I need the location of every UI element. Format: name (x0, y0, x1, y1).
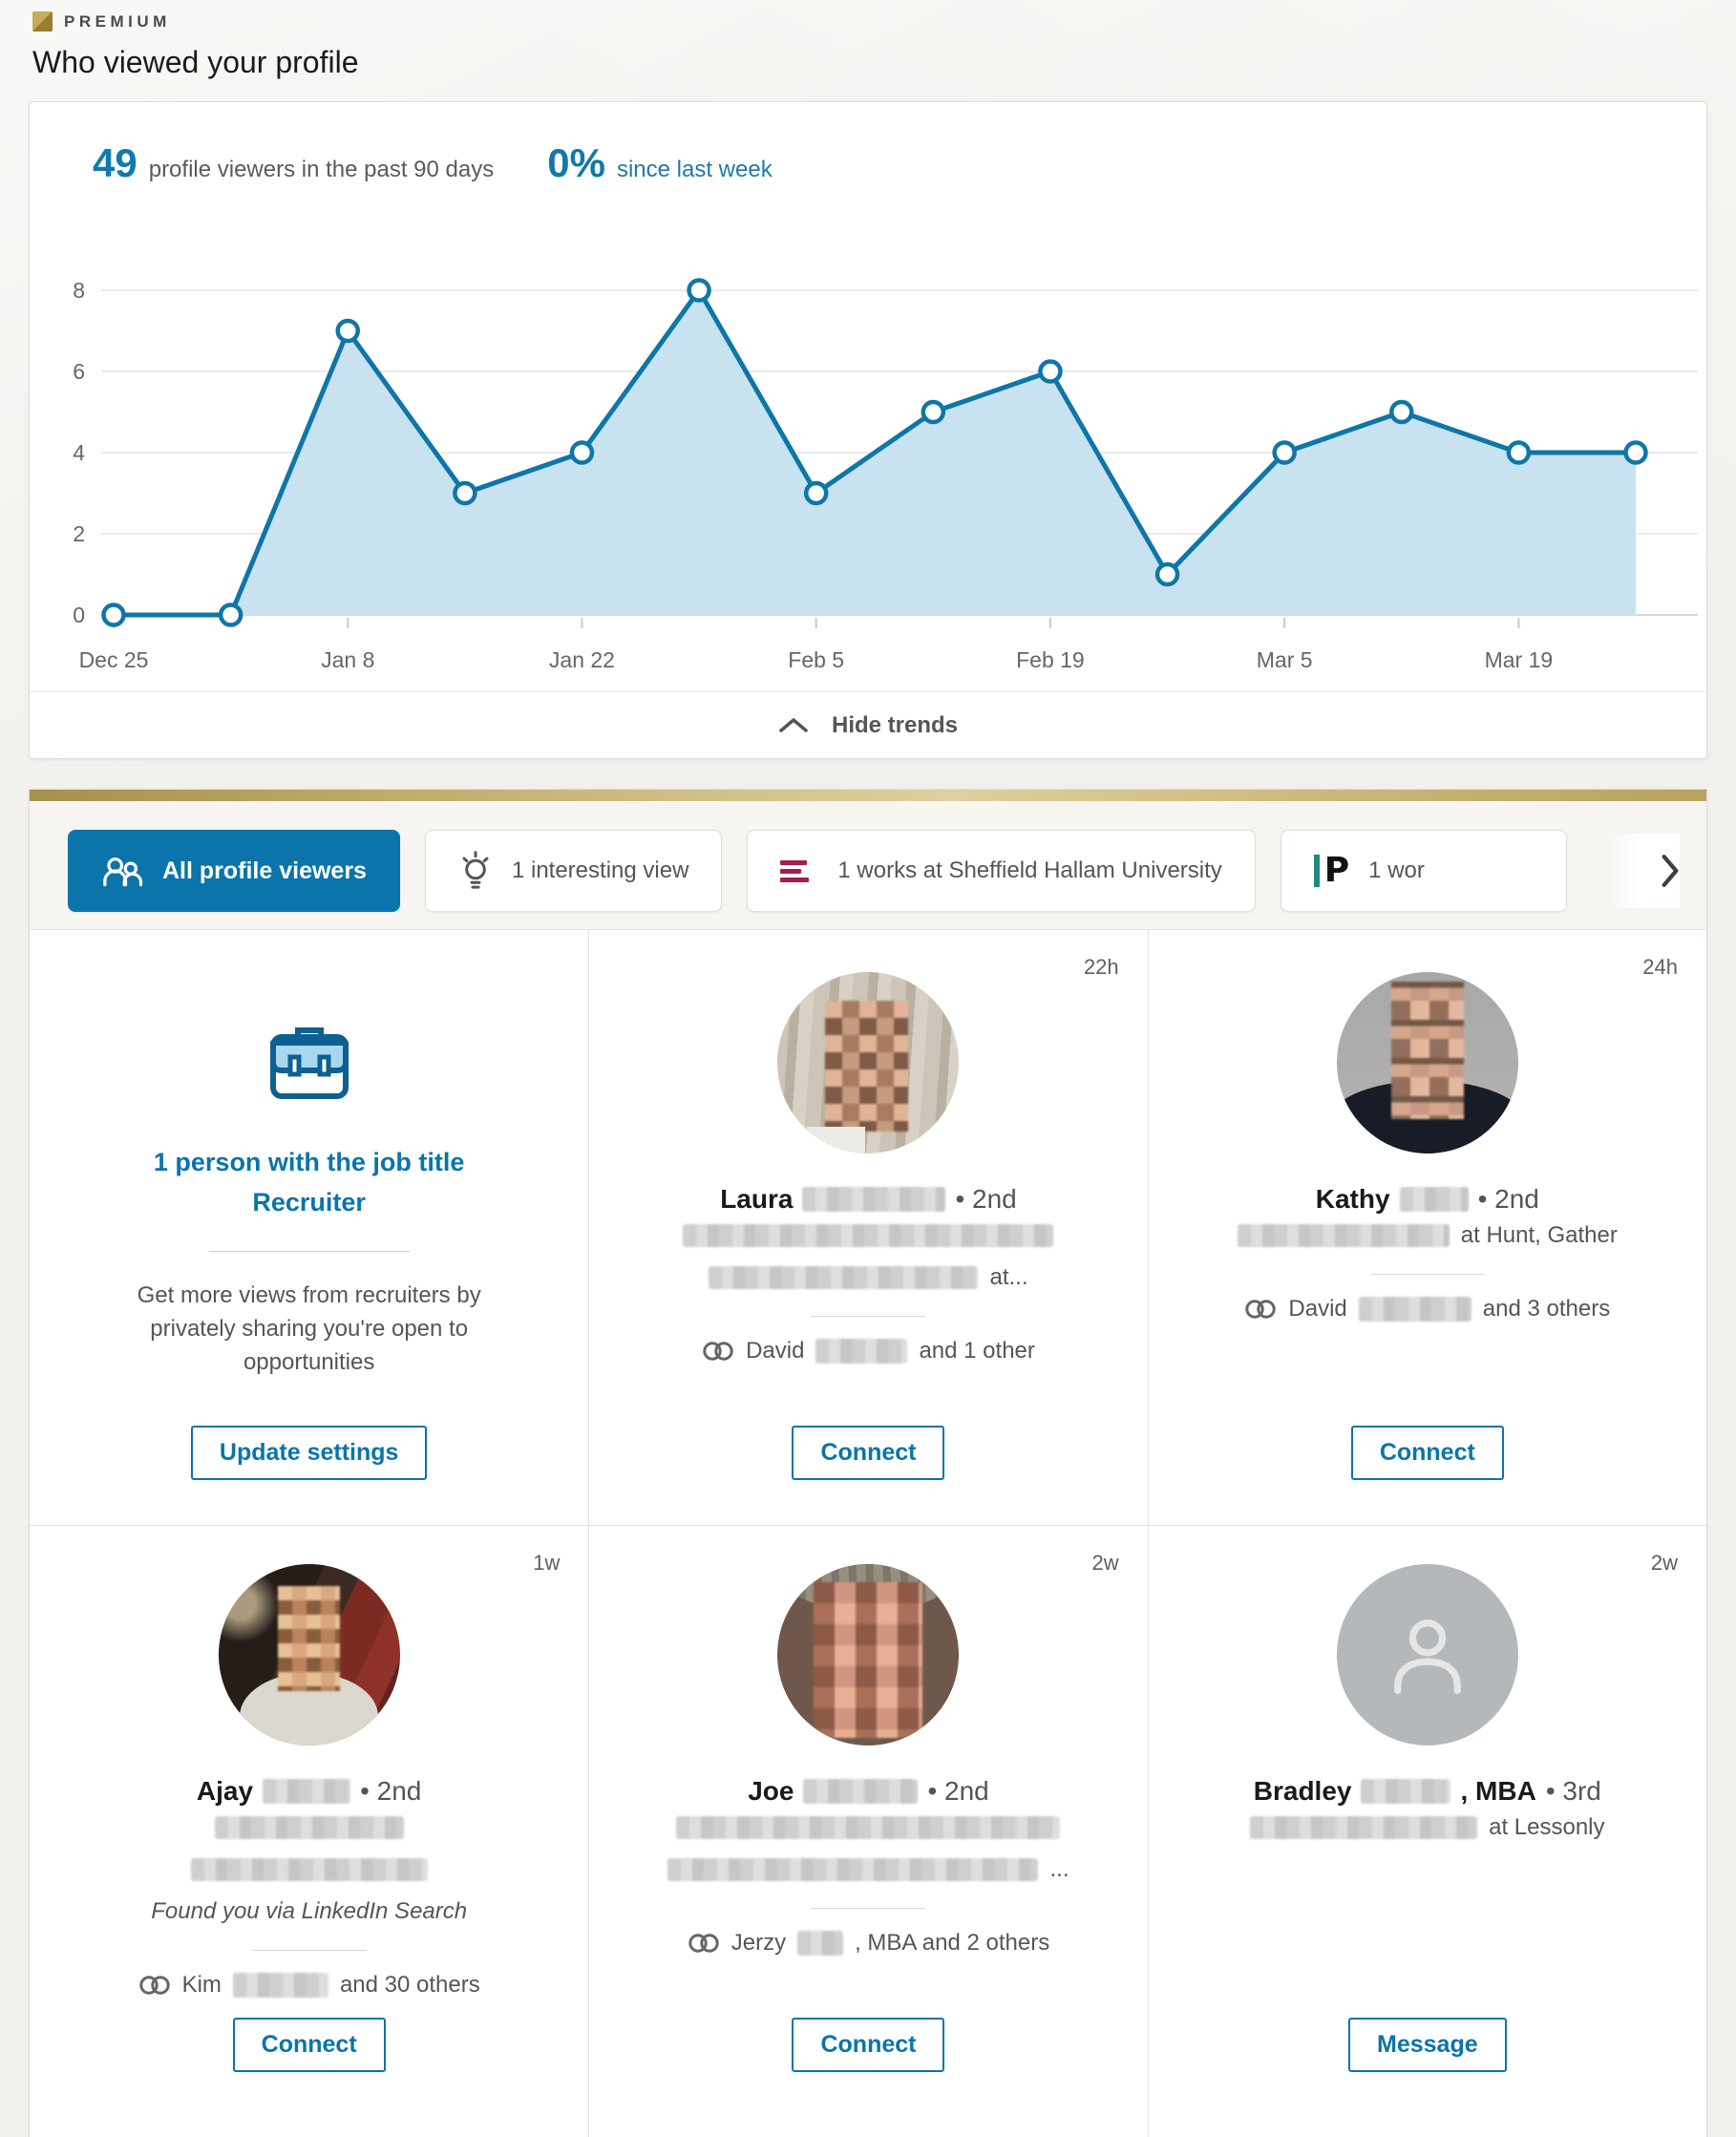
mutual-connections-icon (688, 1934, 719, 1953)
view-time: 2w (1650, 1551, 1678, 1575)
who-viewed-profile-page: PREMIUM Who viewed your profile 49 profi… (0, 0, 1736, 2137)
view-time: 1w (533, 1551, 561, 1575)
pill-label: 1 works at Sheffield Hallam University (837, 857, 1222, 883)
svg-text:0: 0 (73, 603, 85, 627)
mutual-connections-icon (138, 1976, 170, 1995)
viewer-count: 49 (93, 140, 138, 185)
viewer-name: Kathy • 2nd (1315, 1184, 1539, 1214)
page-title: Who viewed your profile (32, 45, 359, 79)
viewer-count-caption: profile viewers in the past 90 days (148, 157, 495, 182)
chart-wrap: 0 2 4 6 8 Dec 25 Jan 8 Jan 22 Feb 5 Feb 19 Mar 5 Ma… (30, 190, 1706, 691)
svg-text:2: 2 (73, 521, 85, 546)
mutual-connections-icon (1245, 1300, 1277, 1319)
mutual-connections: Jerzy , MBA and 2 others (688, 1930, 1049, 1957)
company-p-logo: P (1313, 854, 1349, 888)
viewer-name: Laura • 2nd (720, 1184, 1017, 1214)
pills-scroll-next-button[interactable] (1607, 834, 1680, 908)
chevron-right-icon (1662, 855, 1679, 887)
viewers-grid: 1 person with the job title Recruiter Ge… (30, 929, 1706, 2137)
headline-suffix: at... (989, 1264, 1028, 1290)
trends-chart: 0 2 4 6 8 Dec 25 Jan 8 Jan 22 Feb 5 Feb 19 Mar 5 Ma… (73, 278, 1698, 672)
connect-button[interactable]: Connect (792, 2018, 945, 2072)
svg-text:Jan 8: Jan 8 (321, 647, 374, 672)
headline-suffix: at Lessonly (1489, 1814, 1605, 1840)
person-silhouette-icon (1393, 1619, 1461, 1695)
briefcase-icon (269, 1027, 349, 1099)
svg-text:Feb 19: Feb 19 (1016, 647, 1085, 672)
viewer-name: Bradley , MBA • 3rd (1253, 1776, 1601, 1806)
mutual-connections: Kim and 30 others (138, 1972, 480, 1999)
svg-text:8: 8 (73, 278, 85, 303)
viewer-card-ajay[interactable]: 1w Ajay • 2nd Found you via LinkedIn Sea… (30, 1525, 589, 2137)
pill-label: 1 wor (1368, 857, 1425, 883)
connect-button[interactable]: Connect (792, 1426, 945, 1480)
view-time: 22h (1083, 955, 1119, 979)
svg-text:Dec 25: Dec 25 (79, 647, 149, 672)
message-button[interactable]: Message (1348, 2018, 1507, 2072)
svg-text:Feb 5: Feb 5 (788, 647, 844, 672)
headline-suffix: at Hunt, Gather (1460, 1222, 1618, 1248)
avatar (777, 972, 960, 1153)
sheffield-hallam-logo (780, 852, 818, 890)
filter-pills-row: All profile viewers 1 interesting view 1… (30, 801, 1706, 929)
viewers-panel: All profile viewers 1 interesting view 1… (29, 789, 1707, 2137)
connect-button[interactable]: Connect (1350, 1426, 1504, 1480)
mutual-connections-icon (703, 1342, 733, 1361)
divider (811, 1316, 926, 1317)
people-icon (103, 857, 143, 887)
svg-text:Mar 19: Mar 19 (1485, 647, 1554, 672)
stats-row: 49 profile viewers in the past 90 days 0… (30, 102, 1706, 186)
svg-text:4: 4 (73, 440, 85, 465)
insight-card-recruiter[interactable]: 1 person with the job title Recruiter Ge… (30, 930, 589, 1525)
divider (208, 1251, 410, 1252)
divider (251, 1950, 367, 1951)
viewer-card-joe[interactable]: 2w Joe • 2nd ... Jerzy , MBA and 2 other… (588, 1525, 1148, 2137)
chevron-up-icon (779, 718, 808, 732)
viewer-card-laura[interactable]: 22h Laura • 2nd at... David and 1 other … (588, 930, 1148, 1525)
avatar-placeholder (1336, 1564, 1518, 1746)
connect-button[interactable]: Connect (232, 2018, 386, 2072)
mutual-connections: David and 1 other (702, 1338, 1035, 1365)
svg-text:Mar 5: Mar 5 (1257, 647, 1313, 672)
premium-label: PREMIUM (64, 11, 171, 31)
viewer-card-kathy[interactable]: 24h Kathy • 2nd at Hunt, Gather David an… (1147, 930, 1706, 1525)
view-time: 2w (1091, 1551, 1119, 1575)
pill-label: All profile viewers (162, 857, 367, 884)
viewer-card-bradley[interactable]: 2w Bradley , MBA • 3rd at Lessonly Messa… (1147, 1525, 1706, 2137)
pill-label: 1 interesting view (511, 857, 689, 883)
hide-trends-label: Hide trends (831, 711, 959, 738)
insight-body: Get more views from recruiters by privat… (137, 1282, 481, 1375)
premium-badge: PREMIUM (32, 11, 1707, 32)
premium-gold-bar (30, 790, 1706, 801)
insight-title: 1 person with the job title Recruiter (153, 1148, 465, 1217)
view-time: 24h (1642, 955, 1678, 979)
found-via-note: Found you via LinkedIn Search (151, 1898, 468, 1924)
avatar (1336, 972, 1518, 1153)
pill-works-at-sheffield-hallam[interactable]: 1 works at Sheffield Hallam University (747, 830, 1256, 912)
svg-text:Jan 22: Jan 22 (549, 647, 615, 672)
trends-card: 49 profile viewers in the past 90 days 0… (29, 101, 1707, 759)
headline-suffix: ... (1049, 1856, 1069, 1882)
divider (1369, 1274, 1485, 1275)
delta-percent: 0% (547, 140, 605, 185)
pill-works-at-truncated[interactable]: P 1 wor (1280, 830, 1567, 912)
divider (811, 1908, 926, 1909)
pill-all-profile-viewers[interactable]: All profile viewers (68, 830, 400, 912)
avatar (218, 1564, 400, 1746)
delta-caption: since last week (616, 157, 773, 182)
premium-gold-icon (32, 11, 53, 32)
pill-interesting-view[interactable]: 1 interesting view (424, 830, 723, 912)
update-settings-button[interactable]: Update settings (190, 1426, 428, 1480)
mutual-connections: David and 3 others (1244, 1296, 1610, 1322)
viewer-name: Joe • 2nd (748, 1776, 989, 1806)
avatar (777, 1564, 960, 1746)
hide-trends-button[interactable]: Hide trends (30, 691, 1706, 758)
svg-text:6: 6 (73, 359, 85, 384)
lightbulb-icon (462, 851, 489, 889)
viewer-name: Ajay • 2nd (196, 1776, 422, 1806)
